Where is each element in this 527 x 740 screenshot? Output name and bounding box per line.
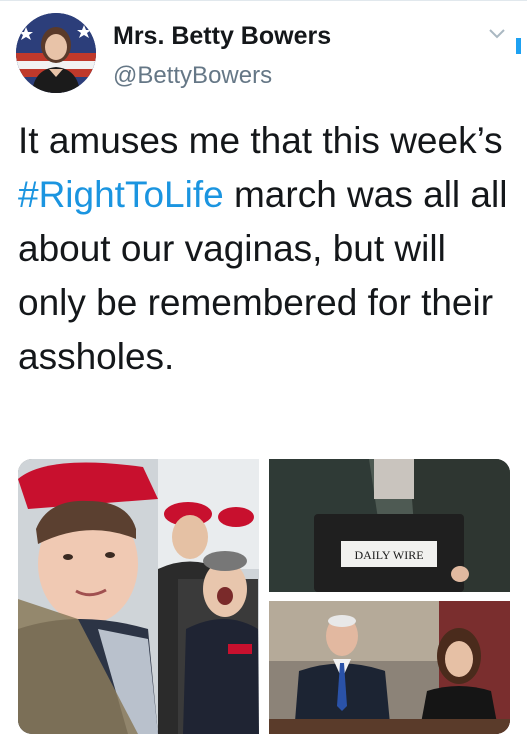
chevron-down-icon[interactable] <box>486 26 508 42</box>
author-handle[interactable]: @BettyBowers <box>113 62 272 90</box>
hashtag-link[interactable]: #RightToLife <box>18 174 224 215</box>
top-divider <box>0 0 527 1</box>
podium-sign-text: DAILY WIRE <box>354 548 423 562</box>
tweet-photo-podium[interactable]: DAILY WIRE <box>269 459 510 592</box>
avatar[interactable] <box>16 13 96 93</box>
tweet-photo-speakers[interactable] <box>269 601 510 734</box>
tweet-photo-students[interactable] <box>18 459 259 734</box>
author-name[interactable]: Mrs. Betty Bowers <box>113 22 331 51</box>
scroll-indicator <box>516 38 521 54</box>
tweet-text-part1: It amuses me that this week’s <box>18 120 503 161</box>
tweet-text: It amuses me that this week’s #RightToLi… <box>18 114 518 384</box>
